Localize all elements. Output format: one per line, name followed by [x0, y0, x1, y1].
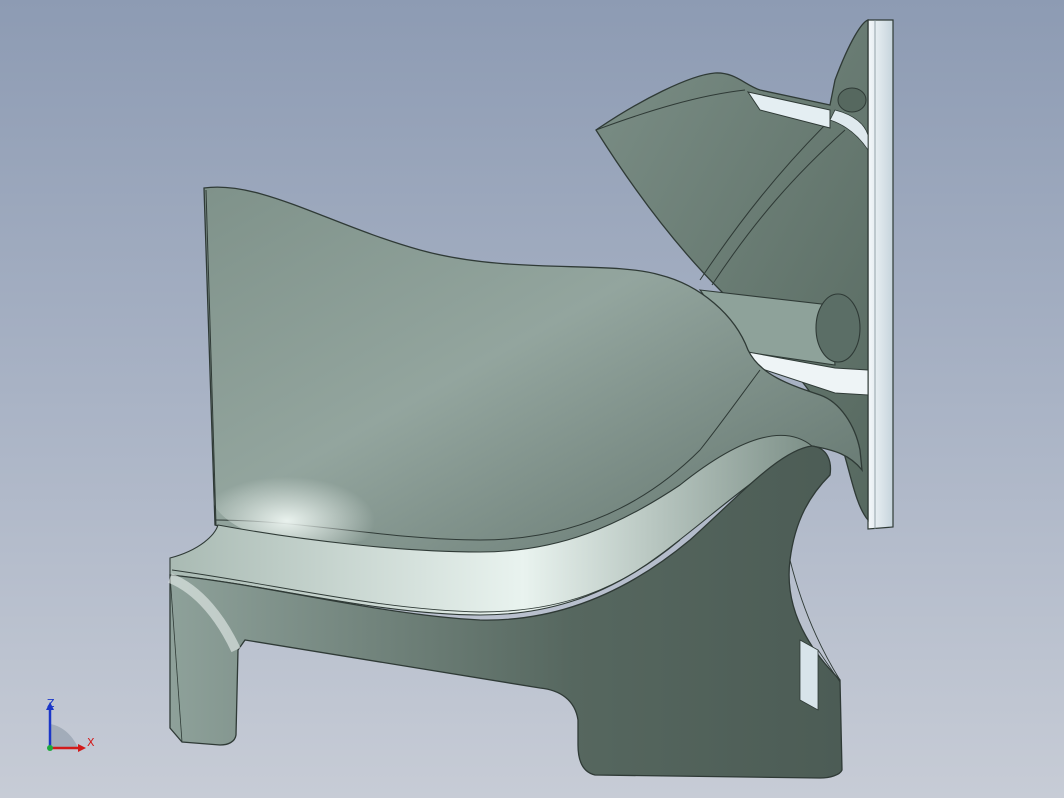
origin-icon	[47, 745, 53, 751]
cad-model[interactable]	[0, 0, 1064, 798]
3d-viewport[interactable]: Z X	[0, 0, 1064, 798]
triad-plane-icon	[50, 724, 78, 748]
x-axis-label: X	[87, 736, 95, 749]
mounting-plate[interactable]	[867, 19, 894, 530]
z-axis-label: Z	[47, 697, 55, 710]
axis-triad: Z X	[46, 697, 95, 752]
x-arrow-icon	[78, 744, 86, 752]
